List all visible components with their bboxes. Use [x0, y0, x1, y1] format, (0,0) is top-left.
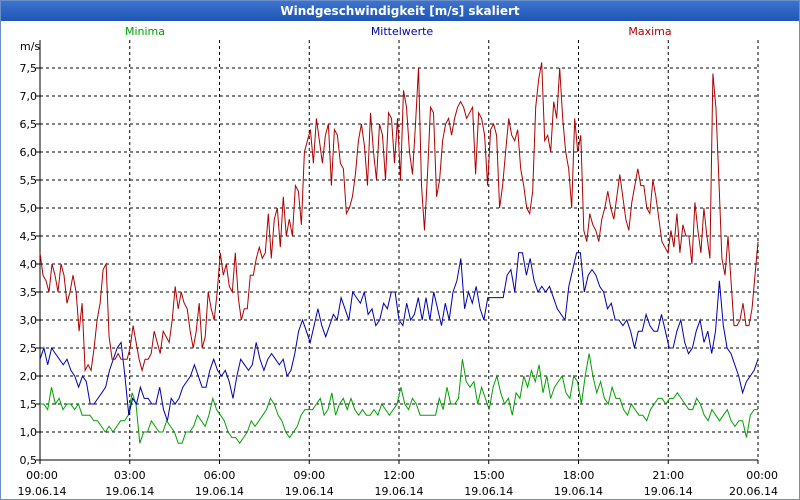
- legend: Minima Mittelwerte Maxima: [125, 25, 672, 38]
- x-tick-time: 00:00: [26, 469, 58, 482]
- y-tick-label: 5,5: [20, 174, 38, 187]
- x-tick-time: 18:00: [563, 469, 595, 482]
- y-tick-label: 7,5: [20, 62, 38, 75]
- x-tick-date: 19.06.14: [105, 485, 154, 498]
- y-tick-label: 6,0: [20, 146, 38, 159]
- x-tick-time: 00:00: [746, 469, 778, 482]
- x-tick-time: 03:00: [114, 469, 146, 482]
- x-tick-date: 20.06.14: [729, 485, 778, 498]
- x-tick-date: 19.06.14: [464, 485, 513, 498]
- y-tick-label: 1,0: [20, 426, 38, 439]
- wind-speed-chart: 0,5 1,0 1,5 2,0 2,5 3,0 3,5 4,0 4,5 5,0 5,5 6,0 6,5 7…: [18, 25, 778, 498]
- y-tick-label: 7,0: [20, 90, 38, 103]
- x-tick-date: 19.06.14: [554, 485, 603, 498]
- legend-minima: Minima: [125, 25, 165, 38]
- y-axis-unit-label: m/s: [20, 40, 40, 53]
- x-tick-date: 19.06.14: [195, 485, 244, 498]
- y-tick-label: 4,5: [20, 230, 38, 243]
- y-tick-labels: 0,5 1,0 1,5 2,0 2,5 3,0 3,5 4,0 4,5 5,0 5,5 6,0 6,5 7…: [20, 62, 38, 467]
- x-tick-time: 15:00: [473, 469, 505, 482]
- x-tick-time: 12:00: [383, 469, 415, 482]
- x-tick-time: 06:00: [204, 469, 236, 482]
- legend-mittelwerte: Mittelwerte: [371, 25, 434, 38]
- y-tick-label: 2,5: [20, 342, 38, 355]
- x-tick-date: 19.06.14: [18, 485, 67, 498]
- legend-maxima: Maxima: [628, 25, 671, 38]
- y-tick-label: 0,5: [20, 454, 38, 467]
- y-tick-label: 3,0: [20, 314, 38, 327]
- x-tick-date: 19.06.14: [644, 485, 693, 498]
- x-tick-labels: 00:00 19.06.14 03:00 19.06.14 06:00 19.06.14 0…: [18, 469, 778, 498]
- x-tick-time: 21:00: [652, 469, 684, 482]
- y-tick-label: 6,5: [20, 118, 38, 131]
- y-tick-label: 5,0: [20, 202, 38, 215]
- x-tick-date: 19.06.14: [375, 485, 424, 498]
- x-tick-date: 19.06.14: [285, 485, 334, 498]
- y-tick-label: 3,5: [20, 286, 38, 299]
- y-tick-label: 2,0: [20, 370, 38, 383]
- y-tick-label: 1,5: [20, 398, 38, 411]
- grid: [36, 40, 759, 464]
- y-tick-label: 4,0: [20, 258, 38, 271]
- x-tick-time: 09:00: [293, 469, 325, 482]
